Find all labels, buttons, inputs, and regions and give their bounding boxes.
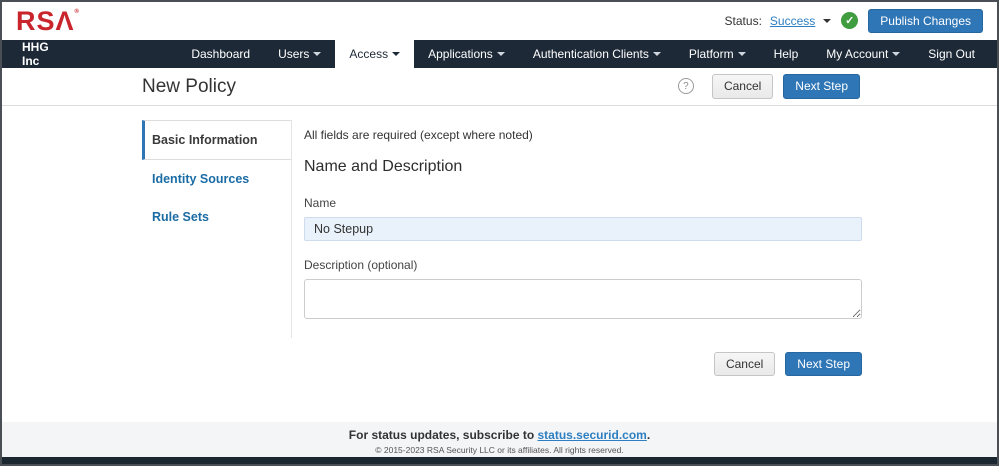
nav-item-applications[interactable]: Applications <box>414 40 519 68</box>
nav-item-access[interactable]: Access <box>335 40 415 68</box>
footer-status-line: For status updates, subscribe to status.… <box>2 428 997 442</box>
chevron-down-icon <box>892 52 901 56</box>
footer-status-text: For status updates, subscribe to <box>348 428 538 442</box>
nav-item-my-account[interactable]: My Account <box>812 40 914 68</box>
header-actions: ? Cancel Next Step <box>677 74 860 99</box>
publish-changes-button[interactable]: Publish Changes <box>868 8 983 34</box>
nav-items: Dashboard Users Access Applications Auth… <box>177 40 759 68</box>
next-step-button-bottom[interactable]: Next Step <box>785 352 862 377</box>
status-success-link[interactable]: Success <box>770 14 815 28</box>
rsa-logo: RSΛ® <box>16 5 80 36</box>
name-input[interactable] <box>304 217 862 241</box>
form-area: All fields are required (except where no… <box>304 106 862 377</box>
description-label: Description (optional) <box>304 258 418 272</box>
cancel-button[interactable]: Cancel <box>711 74 774 99</box>
form-actions: Cancel Next Step <box>304 352 862 377</box>
success-check-icon: ✓ <box>841 12 859 30</box>
rsa-logo-text: RSΛ <box>16 5 75 36</box>
copyright-text: © 2015-2023 RSA Security LLC or its affi… <box>375 445 624 455</box>
chevron-down-icon <box>496 52 505 56</box>
required-fields-note: All fields are required (except where no… <box>304 128 533 142</box>
next-step-button[interactable]: Next Step <box>783 74 860 99</box>
chevron-down-icon[interactable] <box>823 18 832 23</box>
chevron-down-icon <box>313 52 322 56</box>
nav-item-sign-out[interactable]: Sign Out <box>914 40 989 68</box>
content-area: Basic Information Identity Sources Rule … <box>2 106 997 422</box>
chevron-down-icon <box>652 52 661 56</box>
status-label: Status: <box>724 13 762 28</box>
page-title: New Policy <box>142 75 236 97</box>
registered-mark: ® <box>74 8 80 15</box>
bottom-strip <box>2 457 997 464</box>
description-textarea[interactable] <box>304 279 862 319</box>
chevron-down-icon <box>737 52 746 56</box>
status-securid-link[interactable]: status.securid.com <box>537 428 646 442</box>
cancel-button-bottom[interactable]: Cancel <box>713 352 776 377</box>
status-footer: For status updates, subscribe to status.… <box>2 422 997 457</box>
wizard-step-sidebar: Basic Information Identity Sources Rule … <box>142 120 292 338</box>
company-name: HHG Inc <box>22 40 49 68</box>
section-title: Name and Description <box>304 158 463 175</box>
sidebar-item-identity-sources[interactable]: Identity Sources <box>142 160 291 198</box>
nav-item-dashboard[interactable]: Dashboard <box>177 40 264 68</box>
status-area: Status: Success ✓ Publish Changes <box>724 8 983 34</box>
chevron-down-icon <box>392 52 401 56</box>
top-bar: RSΛ® Status: Success ✓ Publish Changes <box>2 2 997 40</box>
page-header: New Policy ? Cancel Next Step <box>2 68 997 106</box>
sidebar-item-basic-information[interactable]: Basic Information <box>142 120 291 160</box>
nav-right: Help My Account Sign Out <box>760 40 997 68</box>
nav-item-users[interactable]: Users <box>264 40 335 68</box>
name-label: Name <box>304 196 337 210</box>
nav-item-help[interactable]: Help <box>760 40 813 68</box>
nav-item-authentication-clients[interactable]: Authentication Clients <box>519 40 675 68</box>
help-icon[interactable]: ? <box>677 78 694 95</box>
app-window: RSΛ® Status: Success ✓ Publish Changes H… <box>0 0 999 466</box>
nav-item-platform[interactable]: Platform <box>675 40 760 68</box>
sidebar-item-rule-sets[interactable]: Rule Sets <box>142 198 291 236</box>
main-nav: HHG Inc Dashboard Users Access Applicati… <box>2 40 997 68</box>
footer-status-suffix: . <box>646 428 651 442</box>
